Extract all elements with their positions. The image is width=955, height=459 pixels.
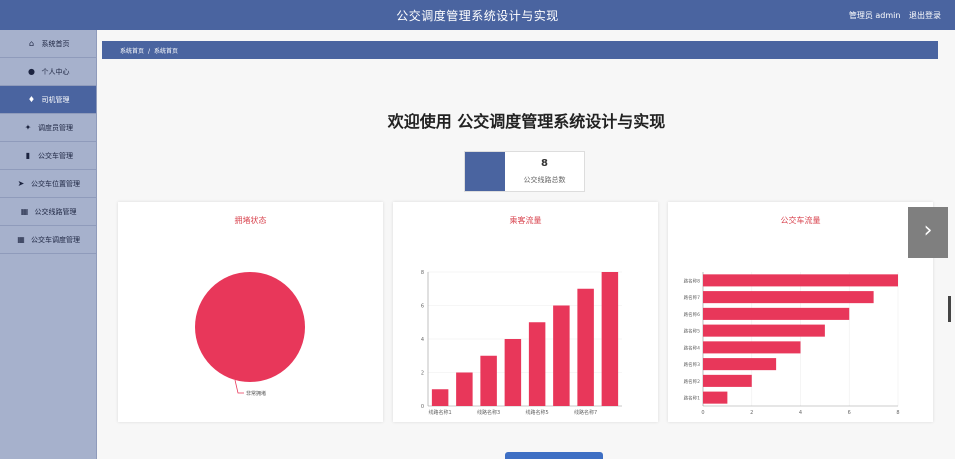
breadcrumb-separator: /	[148, 48, 151, 55]
sidebar-item[interactable]: ▦ 公交线路管理	[0, 198, 96, 226]
bar	[431, 389, 449, 406]
scrollbar-thumb[interactable]	[948, 296, 951, 322]
driver-icon: ♦	[27, 95, 36, 104]
bar	[553, 305, 570, 406]
y-tick-label: 路名称5	[684, 328, 700, 335]
sidebar-item-label: 调度员管理	[38, 123, 73, 132]
stat-color-block	[465, 152, 505, 191]
bar	[703, 291, 874, 304]
sidebar-item[interactable]: ♦ 司机管理	[0, 86, 96, 114]
y-tick-label: 路名称4	[684, 344, 700, 351]
sidebar-item[interactable]: ▮ 公交车管理	[0, 142, 96, 170]
bar	[504, 339, 522, 406]
breadcrumb: 系统首页 / 系统首页	[102, 41, 938, 59]
sidebar-item[interactable]: ⌂ 系统首页	[0, 30, 96, 58]
bus-flow-panel: 公交车流量 0 2 4 6 8 路名称1 路名称2 路名称3 路名称4 路名称5 路名称6 路名称7 路…	[668, 202, 933, 422]
y-tick-label: 路名称8	[684, 277, 700, 284]
footer-badge	[505, 452, 603, 459]
pie-slice	[195, 272, 305, 382]
x-tick-label: 4	[799, 410, 802, 416]
user-area: 管理员 admin 退出登录	[843, 10, 941, 21]
top-header: 公交调度管理系统设计与实现 管理员 admin 退出登录	[0, 0, 955, 30]
x-tick-label: 6	[848, 410, 851, 416]
sidebar-item-label: 公交车调度管理	[31, 235, 80, 244]
bar	[703, 358, 777, 371]
bar-chart-icon: ▮	[25, 151, 31, 160]
location-arrow-icon: ➤	[17, 179, 25, 188]
pie-label: 非常拥堵	[246, 390, 266, 397]
bar	[703, 324, 825, 337]
welcome-heading: 欢迎使用 公交调度管理系统设计与实现	[387, 112, 666, 131]
x-tick-label: 线路名称3	[477, 409, 500, 416]
sidebar: ⌂ 系统首页 ● 个人中心 ♦ 司机管理 ✦ 调度员管理 ▮ 公交车管理 ➤ 公交车位置管理 ▦ 公交线路…	[0, 30, 97, 459]
bar	[703, 274, 898, 287]
congestion-chart-panel: 拥堵状态 非常拥堵	[118, 202, 383, 422]
sidebar-item-label: 公交车管理	[38, 151, 73, 160]
bar	[577, 288, 594, 406]
sidebar-item-label: 个人中心	[41, 67, 70, 76]
y-tick-label: 6	[421, 304, 424, 310]
breadcrumb-current: 系统首页	[154, 48, 179, 55]
bar	[528, 322, 546, 406]
sidebar-item-label: 系统首页	[41, 39, 70, 48]
home-icon: ⌂	[28, 39, 35, 48]
bar	[601, 272, 619, 406]
grid-icon: ▦	[17, 235, 25, 244]
chevron-right-icon: ›	[923, 218, 933, 243]
x-tick-label: 8	[896, 410, 899, 416]
breadcrumb-home[interactable]: 系统首页	[120, 48, 144, 55]
y-tick-label: 0	[421, 404, 424, 410]
bar	[703, 307, 850, 320]
sidebar-item[interactable]: ● 个人中心	[0, 58, 96, 86]
bar	[456, 372, 473, 406]
logout-link[interactable]: 退出登录	[909, 11, 941, 20]
carousel-next-button[interactable]: ›	[908, 207, 948, 258]
user-label: 管理员 admin	[848, 11, 901, 20]
y-tick-label: 8	[421, 270, 424, 276]
x-tick-label: 线路名称5	[526, 409, 549, 416]
x-tick-label: 线路名称7	[574, 409, 597, 416]
sidebar-item[interactable]: ➤ 公交车位置管理	[0, 170, 96, 198]
pie-chart: 非常拥堵	[195, 272, 305, 397]
pie-label-line	[234, 379, 244, 394]
y-tick-label: 路名称2	[684, 378, 700, 385]
sidebar-item-label: 司机管理	[41, 95, 70, 104]
sidebar-item-label: 公交线路管理	[34, 207, 77, 216]
bar	[703, 341, 801, 354]
passenger-flow-panel: 乘客流量 0 2 4 6 8 线路名称1 线路名称3 线路名称5 线路名称7	[393, 202, 658, 422]
app-title: 公交调度管理系统设计与实现	[396, 9, 559, 23]
vertical-bar-chart: 0 2 4 6 8 线路名称1 线路名称3 线路名称5 线路名称7	[421, 270, 622, 416]
x-tick-label: 2	[750, 410, 753, 416]
bar	[480, 355, 497, 406]
x-tick-label: 0	[701, 410, 704, 416]
y-tick-label: 路名称6	[684, 311, 700, 318]
y-tick-label: 4	[421, 337, 424, 343]
main-content: 系统首页 / 系统首页 欢迎使用 公交调度管理系统设计与实现 8 公交线路总数 拥堵…	[98, 30, 955, 459]
bar	[703, 391, 728, 404]
y-tick-label: 路名称7	[684, 294, 700, 301]
stat-value: 8	[541, 158, 548, 169]
dispatcher-icon: ✦	[24, 123, 32, 132]
user-icon: ●	[28, 67, 35, 76]
x-tick-label: 线路名称1	[429, 409, 452, 416]
sidebar-item[interactable]: ▦ 公交车调度管理	[0, 226, 96, 254]
y-tick-label: 2	[421, 371, 424, 377]
bar	[703, 374, 752, 387]
sidebar-item[interactable]: ✦ 调度员管理	[0, 114, 96, 142]
horizontal-bar-chart: 0 2 4 6 8 路名称1 路名称2 路名称3 路名称4 路名称5 路名称6 路名称7 路名称8	[684, 272, 900, 416]
y-tick-label: 路名称1	[684, 395, 700, 402]
stat-card-routes[interactable]: 8 公交线路总数	[464, 151, 585, 192]
stat-label: 公交线路总数	[523, 176, 566, 184]
sidebar-item-label: 公交车位置管理	[31, 179, 80, 188]
y-tick-label: 路名称3	[684, 361, 700, 368]
grid-icon: ▦	[20, 207, 29, 216]
